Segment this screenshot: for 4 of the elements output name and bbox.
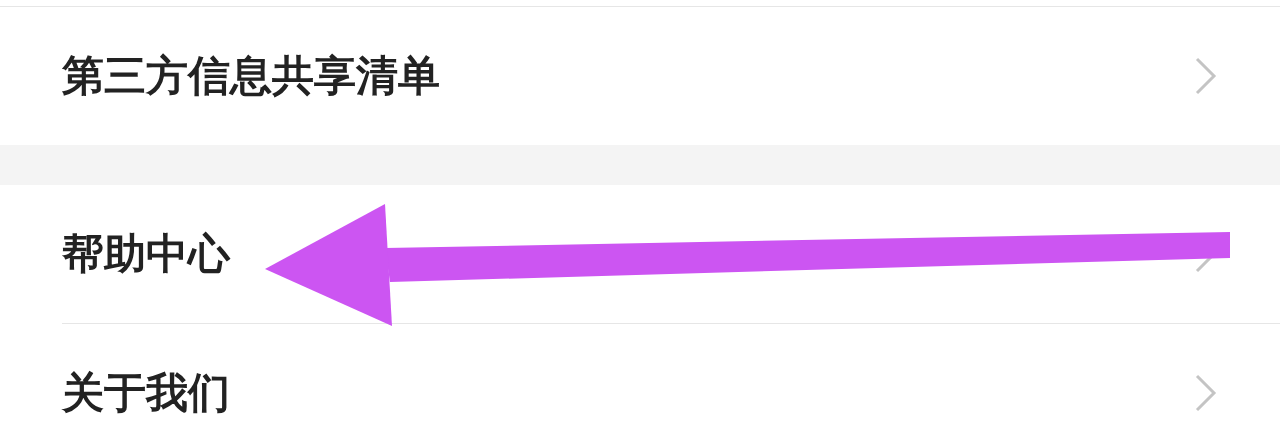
settings-item[interactable]: 关于我们 [62, 323, 1280, 439]
chevron-icon [1194, 373, 1218, 413]
settings-item[interactable]: 第三方信息共享清单 [62, 7, 1280, 145]
chevron-icon [1194, 56, 1218, 96]
